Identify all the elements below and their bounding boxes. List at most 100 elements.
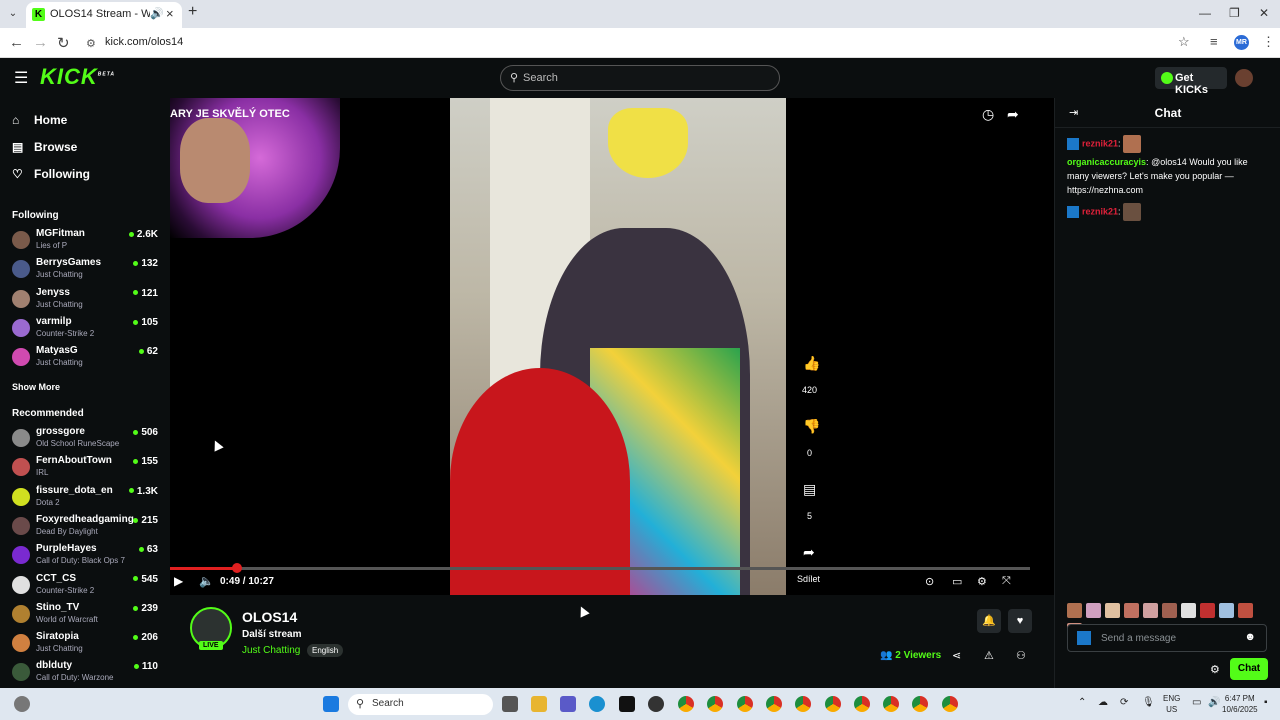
profile-avatar[interactable]: MR xyxy=(1234,35,1249,50)
emote-icon[interactable] xyxy=(1162,603,1177,618)
streamer-name[interactable]: OLOS14 xyxy=(242,609,297,625)
chat-input[interactable]: Send a message ☻ xyxy=(1067,624,1267,652)
follow-heart-icon[interactable]: ♥ xyxy=(1008,609,1032,633)
speaker-icon[interactable]: 🔊 xyxy=(150,7,164,20)
chrome-window-icon[interactable] xyxy=(736,696,753,712)
close-tab-icon[interactable]: × xyxy=(166,6,174,21)
share-stream-icon[interactable]: ⋖ xyxy=(952,649,961,662)
file-explorer-icon[interactable] xyxy=(531,696,547,712)
browser-tab[interactable]: K OLOS14 Stream - Watch Live 🔊 × xyxy=(26,2,182,28)
back-icon[interactable]: ← xyxy=(9,34,24,51)
site-info-icon[interactable]: ⚙ xyxy=(86,37,96,50)
notification-icon[interactable]: ▪ xyxy=(1264,697,1268,708)
url-field[interactable]: kick.com/olos14 xyxy=(105,36,183,48)
chrome-window-icon[interactable] xyxy=(941,696,958,712)
minimize-icon[interactable]: — xyxy=(1199,6,1211,20)
sidebar-channel[interactable]: varmilp Counter-Strike 2 105 xyxy=(12,316,162,344)
emote-icon[interactable] xyxy=(1219,603,1234,618)
tab-list-dropdown-icon[interactable]: ⌄ xyxy=(4,5,22,23)
show-more-link[interactable]: Show More xyxy=(12,382,60,392)
like-icon[interactable]: 👍 xyxy=(803,355,820,372)
emoji-icon[interactable]: ☻ xyxy=(1244,631,1256,643)
fullscreen-icon[interactable]: ⤧ xyxy=(1002,575,1011,588)
comment-icon[interactable]: ▤ xyxy=(803,481,816,498)
clock[interactable]: 6:47 PM 10/6/2025 xyxy=(1222,693,1258,715)
chrome-window-icon[interactable] xyxy=(707,696,724,712)
get-kicks-button[interactable]: Get KICKs xyxy=(1155,67,1227,96)
sidebar-channel[interactable]: dblduty Call of Duty: Warzone 110 xyxy=(12,660,162,688)
language-indicator[interactable]: ENG US xyxy=(1163,693,1180,715)
seek-bar[interactable] xyxy=(170,563,1030,573)
emote-icon[interactable] xyxy=(1200,603,1215,618)
chrome-window-icon[interactable] xyxy=(795,696,812,712)
browser-menu-icon[interactable]: ⋮ xyxy=(1262,34,1275,50)
send-chat-button[interactable]: Chat xyxy=(1230,658,1268,680)
emote-icon[interactable] xyxy=(1181,603,1196,618)
user-avatar[interactable] xyxy=(1235,69,1253,87)
volume-icon[interactable]: 🔈 xyxy=(199,574,214,588)
tray-overflow-icon[interactable]: ⌃ xyxy=(1078,697,1086,708)
sidebar-channel[interactable]: CCT_CS Counter-Strike 2 545 xyxy=(12,573,162,601)
sidebar-item-home[interactable]: ⌂ Home xyxy=(12,113,67,127)
edge-icon[interactable] xyxy=(589,696,605,712)
stream-category[interactable]: Just Chatting xyxy=(242,645,300,656)
notification-bell-icon[interactable]: 🔔 xyxy=(977,609,1001,633)
emote-icon[interactable] xyxy=(1238,603,1253,618)
chrome-window-icon[interactable] xyxy=(765,696,782,712)
search-input[interactable]: ⚲ Search xyxy=(500,65,780,91)
dislike-icon[interactable]: 👎 xyxy=(803,418,820,435)
language-tag[interactable]: English xyxy=(307,644,344,657)
emote-icon[interactable] xyxy=(1086,603,1101,618)
chrome-window-icon[interactable] xyxy=(678,696,694,712)
autoplay-toggle-icon[interactable]: ⊙ xyxy=(925,575,934,588)
emote-icon[interactable] xyxy=(1143,603,1158,618)
captions-icon[interactable]: ▭ xyxy=(952,575,962,588)
emote-icon[interactable] xyxy=(1105,603,1120,618)
chrome-window-icon[interactable] xyxy=(912,696,929,712)
network-icon[interactable]: ▭ xyxy=(1192,697,1201,708)
window-close-icon[interactable]: ✕ xyxy=(1259,6,1269,20)
sidebar-channel[interactable]: Foxyredheadgaming Dead By Daylight 215 xyxy=(12,514,162,542)
capcut-icon[interactable] xyxy=(619,696,635,712)
sidebar-channel[interactable]: Stino_TV World of Warcraft 239 xyxy=(12,602,162,630)
share-arrow-icon[interactable]: ➦ xyxy=(1007,106,1019,123)
taskbar-search[interactable]: ⚲ Search xyxy=(348,694,493,715)
volume-tray-icon[interactable]: 🔊 xyxy=(1208,697,1220,708)
sidebar-item-following[interactable]: ♡ Following xyxy=(12,167,90,181)
sidebar-channel[interactable]: Jenyss Just Chatting 121 xyxy=(12,287,162,315)
restore-icon[interactable]: ❐ xyxy=(1229,6,1240,20)
microphone-icon[interactable]: 🎙 xyxy=(1142,697,1155,708)
media-controls-icon[interactable]: ≡ xyxy=(1210,34,1218,49)
video-player[interactable]: ARY JE SKVĚLÝ OTEC ◷ ➦ 👍 420 👎 0 ▤ 5 ➦ S… xyxy=(170,98,1054,595)
chrome-window-icon[interactable] xyxy=(853,696,870,712)
sidebar-channel[interactable]: MatyasG Just Chatting 62 xyxy=(12,345,162,373)
sidebar-channel[interactable]: fissure_dota_en Dota 2 1.3K xyxy=(12,485,162,513)
reload-icon[interactable]: ↻ xyxy=(57,34,70,52)
widgets-icon[interactable] xyxy=(14,696,30,712)
new-tab-icon[interactable]: + xyxy=(188,3,197,21)
forward-icon[interactable]: → xyxy=(33,34,48,51)
play-icon[interactable]: ▶ xyxy=(174,574,183,588)
teams-icon[interactable] xyxy=(560,696,576,712)
sidebar-channel[interactable]: MGFitman Lies of P 2.6K xyxy=(12,228,162,256)
report-icon[interactable]: ⚠ xyxy=(984,649,994,662)
task-view-icon[interactable] xyxy=(502,696,518,712)
kick-logo[interactable]: KICKBETA xyxy=(40,64,115,90)
bookmark-star-icon[interactable]: ☆ xyxy=(1178,34,1190,50)
sync-icon[interactable]: ⟳ xyxy=(1120,697,1128,708)
chrome-window-icon[interactable] xyxy=(824,696,841,712)
chat-settings-icon[interactable]: ⚙ xyxy=(1210,663,1220,676)
menu-icon[interactable]: ☰ xyxy=(14,68,28,88)
obs-icon[interactable] xyxy=(648,696,664,712)
emote-icon[interactable] xyxy=(1067,603,1082,618)
sidebar-channel[interactable]: PurpleHayes Call of Duty: Black Ops 7 63 xyxy=(12,543,162,571)
watch-later-icon[interactable]: ◷ xyxy=(982,106,994,123)
chrome-window-icon[interactable] xyxy=(883,696,900,712)
gift-sub-icon[interactable]: ⚇ xyxy=(1016,649,1026,662)
windows-start-icon[interactable] xyxy=(323,696,339,712)
settings-icon[interactable]: ⚙ xyxy=(977,575,987,588)
sidebar-item-browse[interactable]: ▤ Browse xyxy=(12,140,77,154)
sidebar-channel[interactable]: grossgore Old School RuneScape 506 xyxy=(12,426,162,454)
share-icon[interactable]: ➦ xyxy=(803,544,815,561)
sidebar-channel[interactable]: FernAboutTown IRL 155 xyxy=(12,455,162,483)
